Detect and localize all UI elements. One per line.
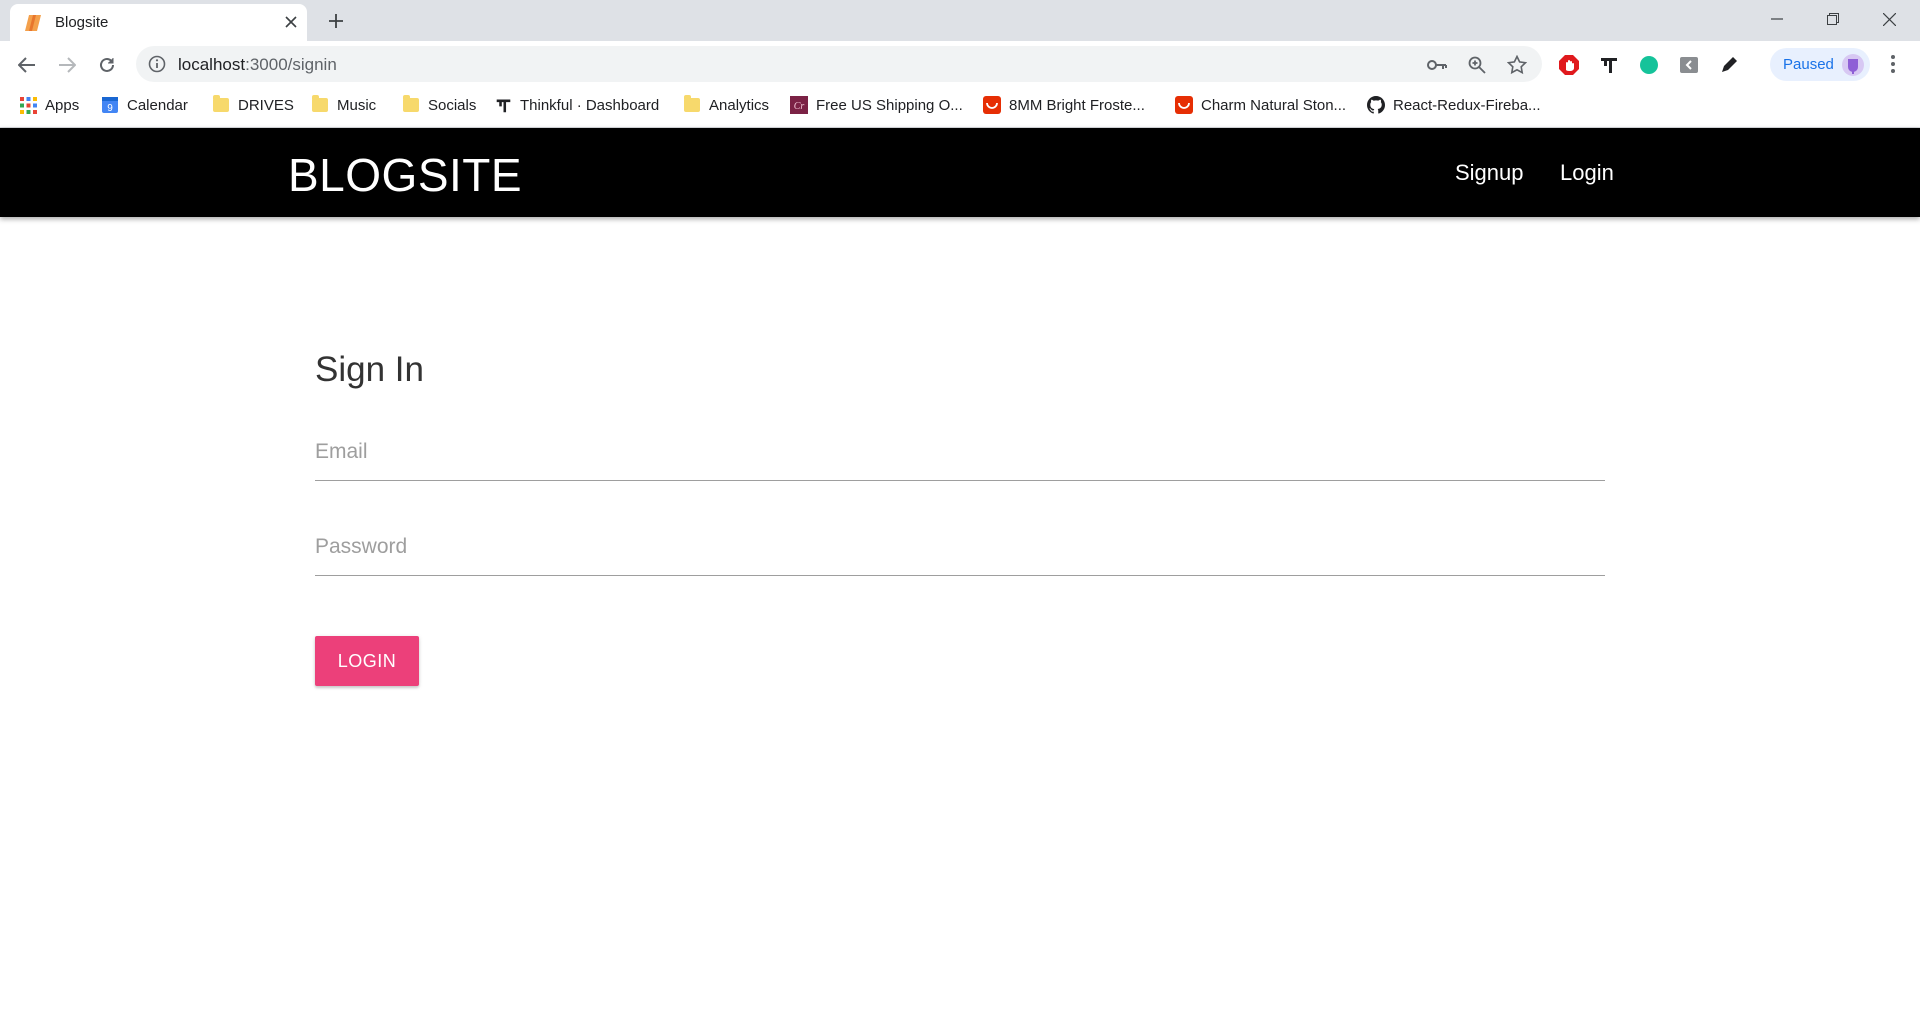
bookmark-music[interactable]: Music xyxy=(311,88,376,122)
bookmark-label: Apps xyxy=(45,96,80,114)
bookmark-apps[interactable]: Apps xyxy=(19,88,79,122)
bookmark-label: Charm Natural Ston... xyxy=(1201,96,1347,114)
blogsite-favicon-icon xyxy=(25,14,45,32)
new-tab-button[interactable] xyxy=(323,8,349,34)
cr-icon: Cr xyxy=(790,96,808,114)
address-bar[interactable]: localhost:3000/signin xyxy=(136,46,1542,82)
back-arrow-icon[interactable] xyxy=(12,50,42,80)
password-field[interactable] xyxy=(315,518,1605,576)
email-field[interactable] xyxy=(315,423,1605,481)
bookmark-react-redux-firebase[interactable]: React-Redux-Fireba... xyxy=(1367,88,1541,122)
url-text[interactable]: localhost:3000/signin xyxy=(178,55,337,75)
adblock-extension-icon[interactable] xyxy=(1558,54,1580,76)
password-key-icon[interactable] xyxy=(1426,54,1448,76)
cast-extension-icon[interactable] xyxy=(1678,54,1700,76)
browser-toolbar: localhost:3000/signin Paused xyxy=(0,41,1920,88)
profile-paused-button[interactable]: Paused xyxy=(1770,48,1870,81)
pen-extension-icon[interactable] xyxy=(1718,54,1740,76)
folder-icon xyxy=(311,95,329,114)
svg-text:Cr: Cr xyxy=(794,101,805,112)
forward-arrow-icon[interactable] xyxy=(52,50,82,80)
zoom-icon[interactable] xyxy=(1466,54,1488,76)
thinkful-extension-icon[interactable] xyxy=(1598,54,1620,76)
bookmarks-bar: Apps 9 Calendar DRIVES Music Socials Thi… xyxy=(0,88,1920,128)
tab-strip: Blogsite xyxy=(0,0,1920,41)
bookmark-socials[interactable]: Socials xyxy=(402,88,476,122)
profile-avatar-icon xyxy=(1842,54,1864,76)
bookmark-analytics[interactable]: Analytics xyxy=(683,88,769,122)
folder-icon xyxy=(683,95,701,114)
restore-window-icon[interactable] xyxy=(1805,0,1861,38)
site-navbar: BLOGSITE Signup Login xyxy=(0,128,1920,217)
url-path: :3000/signin xyxy=(245,55,337,74)
tab-close-icon[interactable] xyxy=(281,12,301,32)
site-info-icon[interactable] xyxy=(148,55,166,73)
tab-title: Blogsite xyxy=(55,14,109,31)
calendar-icon: 9 xyxy=(101,96,119,114)
grammarly-extension-icon[interactable] xyxy=(1638,54,1660,76)
bookmark-label: DRIVES xyxy=(238,96,294,114)
minimize-window-icon[interactable] xyxy=(1749,0,1805,38)
thinkful-icon xyxy=(494,96,512,114)
browser-tab-blogsite[interactable]: Blogsite xyxy=(10,4,307,41)
site-brand-logo[interactable]: BLOGSITE xyxy=(288,148,522,202)
bookmark-label: React-Redux-Fireba... xyxy=(1393,96,1541,114)
folder-icon xyxy=(212,95,230,114)
bookmark-drives[interactable]: DRIVES xyxy=(212,88,294,122)
close-window-icon[interactable] xyxy=(1861,0,1917,38)
nav-signup-link[interactable]: Signup xyxy=(1455,160,1524,186)
bookmark-label: Thinkful · Dashboard xyxy=(520,96,660,114)
bookmark-8mm-bright-froste[interactable]: 8MM Bright Froste... xyxy=(983,88,1145,122)
bookmark-label: Analytics xyxy=(709,96,770,114)
bookmark-free-us-shipping[interactable]: Cr Free US Shipping O... xyxy=(790,88,963,122)
bookmark-label: Socials xyxy=(428,96,477,114)
github-icon xyxy=(1367,96,1385,114)
profile-status-label: Paused xyxy=(1783,56,1834,73)
bookmark-label: Calendar xyxy=(127,96,188,114)
nav-login-link[interactable]: Login xyxy=(1560,160,1614,186)
svg-text:9: 9 xyxy=(107,103,113,114)
bookmark-thinkful-dashboard[interactable]: Thinkful · Dashboard xyxy=(494,88,659,122)
url-host: localhost xyxy=(178,55,246,74)
reload-icon[interactable] xyxy=(92,50,122,80)
signin-title: Sign In xyxy=(315,350,424,389)
apps-grid-icon xyxy=(19,96,37,114)
aliexpress-icon xyxy=(983,96,1001,114)
bookmark-label: 8MM Bright Froste... xyxy=(1009,96,1145,114)
login-button[interactable]: LOGIN xyxy=(315,636,419,686)
bookmark-charm-natural-ston[interactable]: Charm Natural Ston... xyxy=(1175,88,1346,122)
folder-icon xyxy=(402,95,420,114)
bookmark-calendar[interactable]: 9 Calendar xyxy=(101,88,188,122)
bookmark-label: Music xyxy=(337,96,377,114)
bookmark-star-icon[interactable] xyxy=(1506,54,1528,76)
bookmark-label: Free US Shipping O... xyxy=(816,96,963,114)
aliexpress-icon xyxy=(1175,96,1193,114)
browser-menu-icon[interactable] xyxy=(1882,53,1904,75)
